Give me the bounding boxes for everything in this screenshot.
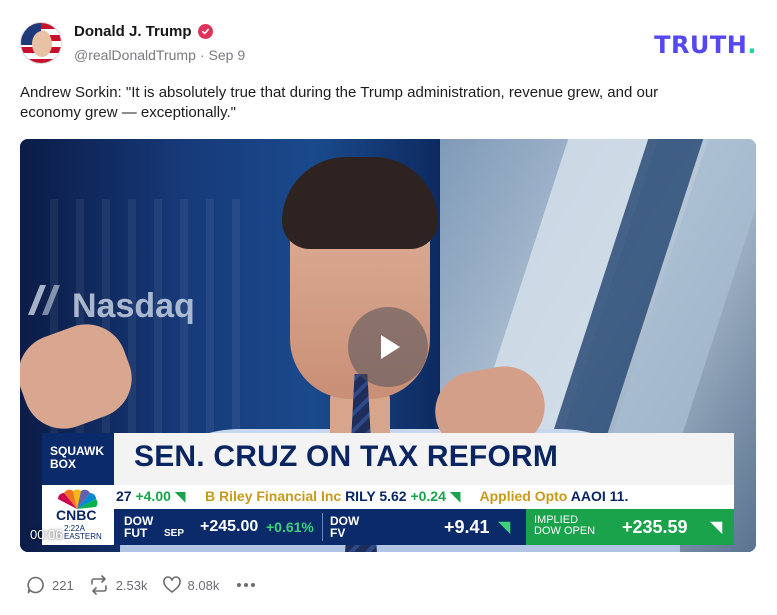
ticker-divider <box>322 513 323 541</box>
news-lower-third: SQUAWK BOX SEN. CRUZ ON TAX REFORM CNBC … <box>42 433 734 545</box>
truth-logo-text: TRUTH <box>654 31 748 59</box>
dow-fv-value: +9.41 <box>444 517 490 537</box>
up-arrow-icon: ◥ <box>445 488 461 504</box>
dow-fut-value: +245.00 <box>200 518 259 535</box>
headline: SEN. CRUZ ON TAX REFORM <box>114 433 734 485</box>
more-dot-icon <box>237 583 242 587</box>
implied-label2: DOW OPEN <box>534 525 596 537</box>
retruth-count: 2.53k <box>115 577 148 593</box>
more-dot-icon <box>251 583 256 587</box>
ticker-item3-name: Applied Opto <box>479 488 568 504</box>
like-button[interactable]: 8.08k <box>162 575 220 595</box>
up-arrow-icon: ◥ <box>498 519 511 536</box>
dow-fv-label: DOW FV <box>330 515 359 539</box>
truth-post: Donald J. Trump @realDonaldTrump · Sep 9… <box>0 0 777 615</box>
user-handle[interactable]: @realDonaldTrump <box>74 47 196 63</box>
dow-fut-label2: FUT <box>124 526 148 540</box>
stock-ticker-bottom: DOW FUT SEP +245.00 +0.61% DOW FV +9.41 … <box>114 509 734 545</box>
show-name-line2: BOX <box>50 457 77 471</box>
network-name: CNBC <box>56 507 97 523</box>
dow-fv-label2: FV <box>330 526 346 540</box>
retruth-icon <box>90 575 107 595</box>
nasdaq-logo-icon <box>28 285 60 315</box>
verified-badge-icon <box>197 24 213 39</box>
more-dot-icon <box>244 583 249 587</box>
ticker-item1-change: +4.00 <box>135 488 171 504</box>
show-name-box: SQUAWK BOX <box>42 433 114 485</box>
handle-row: @realDonaldTrump · Sep 9 <box>74 47 245 63</box>
ticker-item2-name: B Riley Financial Inc <box>205 488 342 504</box>
name-row: Donald J. Trump <box>74 23 213 40</box>
cnbc-peacock-icon <box>58 489 98 509</box>
truth-logo-dot: . <box>747 31 757 59</box>
video-player[interactable]: Nasdaq SQUAWK BOX SEN. CRUZ ON TAX REFOR… <box>20 139 756 552</box>
ticker-item2-value: 5.62 <box>379 488 407 504</box>
post-header: Donald J. Trump @realDonaldTrump · Sep 9 <box>20 20 760 66</box>
post-actions: 221 2.53k 8.08k <box>26 573 259 597</box>
dow-fut-label: DOW FUT <box>124 515 153 539</box>
ticker-item2-change: +0.24 <box>410 488 446 504</box>
play-button[interactable] <box>348 307 428 387</box>
dow-fut-month: SEP <box>164 528 185 539</box>
presenter-hair <box>282 157 438 249</box>
ticker-item2-symbol: RILY <box>345 488 376 504</box>
retruth-button[interactable]: 2.53k <box>88 575 148 595</box>
implied-label: IMPLIED DOW OPEN <box>534 515 595 537</box>
network-time-line2: EASTERN <box>64 532 102 541</box>
ticker-item1-value: 27 <box>116 488 132 504</box>
reply-icon <box>27 576 44 594</box>
more-options-button[interactable] <box>233 583 259 587</box>
video-timestamp: 00:06 <box>30 527 63 542</box>
reply-count: 221 <box>52 577 74 593</box>
up-arrow-icon: ◥ <box>710 519 723 536</box>
implied-value: +235.59 <box>622 517 688 537</box>
heart-icon <box>162 576 181 593</box>
reply-button[interactable]: 221 <box>26 575 74 595</box>
nasdaq-background-text: Nasdaq <box>72 287 195 325</box>
stock-ticker-top: 27 +4.00 ◥ B Riley Financial Inc RILY 5.… <box>114 485 734 509</box>
like-count: 8.08k <box>187 577 220 593</box>
network-time: 2:22A EASTERN <box>64 525 102 541</box>
up-arrow-icon: ◥ <box>170 488 186 504</box>
truth-logo[interactable]: TRUTH. <box>654 31 757 59</box>
post-date[interactable]: Sep 9 <box>209 47 246 63</box>
avatar[interactable] <box>20 22 62 64</box>
dow-fut-pct: +0.61% <box>266 519 314 535</box>
meta-separator: · <box>199 47 205 63</box>
display-name[interactable]: Donald J. Trump <box>74 23 192 40</box>
play-icon <box>381 335 400 359</box>
post-text: Andrew Sorkin: "It is absolutely true th… <box>20 84 659 121</box>
implied-dow-open-box: IMPLIED DOW OPEN +235.59 ◥ <box>526 509 734 545</box>
ticker-item3-symbol: AAOI 11. <box>570 488 629 504</box>
